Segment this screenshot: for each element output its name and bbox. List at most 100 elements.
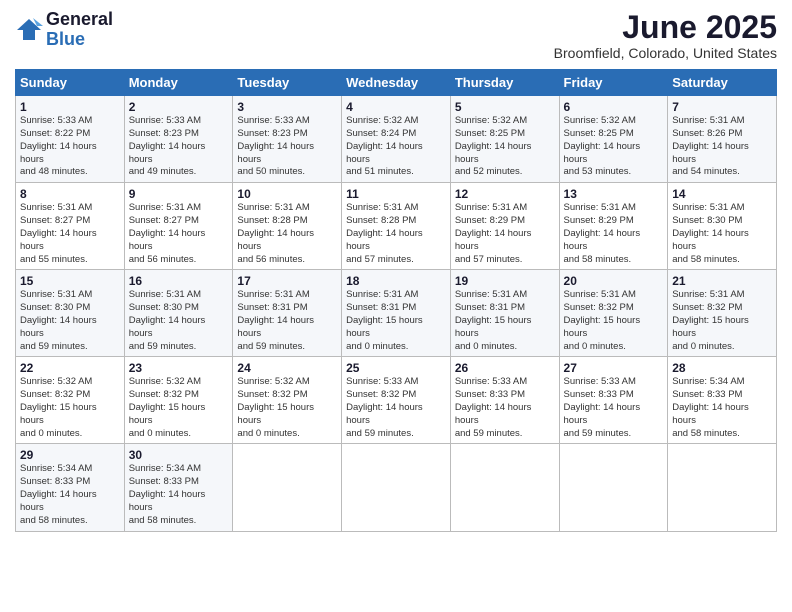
logo-general: General <box>46 10 113 30</box>
calendar-cell: 2Sunrise: 5:33 AMSunset: 8:23 PMDaylight… <box>124 96 233 183</box>
day-info: Sunrise: 5:31 AMSunset: 8:32 PMDaylight:… <box>672 289 772 353</box>
day-info: Sunrise: 5:34 AMSunset: 8:33 PMDaylight:… <box>20 463 120 527</box>
day-info: Sunrise: 5:31 AMSunset: 8:32 PMDaylight:… <box>564 289 664 353</box>
col-saturday: Saturday <box>668 70 777 96</box>
day-info: Sunrise: 5:31 AMSunset: 8:26 PMDaylight:… <box>672 115 772 179</box>
calendar-cell: 10Sunrise: 5:31 AMSunset: 8:28 PMDayligh… <box>233 183 342 270</box>
day-info: Sunrise: 5:34 AMSunset: 8:33 PMDaylight:… <box>672 376 772 440</box>
calendar-cell: 15Sunrise: 5:31 AMSunset: 8:30 PMDayligh… <box>16 270 125 357</box>
col-wednesday: Wednesday <box>342 70 451 96</box>
day-info: Sunrise: 5:31 AMSunset: 8:29 PMDaylight:… <box>455 202 555 266</box>
logo-blue: Blue <box>46 30 113 50</box>
title-block: June 2025 Broomfield, Colorado, United S… <box>554 10 777 61</box>
calendar-cell: 14Sunrise: 5:31 AMSunset: 8:30 PMDayligh… <box>668 183 777 270</box>
day-info: Sunrise: 5:31 AMSunset: 8:30 PMDaylight:… <box>672 202 772 266</box>
calendar-cell: 12Sunrise: 5:31 AMSunset: 8:29 PMDayligh… <box>450 183 559 270</box>
logo-icon <box>15 16 43 44</box>
calendar-cell: 3Sunrise: 5:33 AMSunset: 8:23 PMDaylight… <box>233 96 342 183</box>
day-number: 5 <box>455 100 555 114</box>
calendar-week-5: 29Sunrise: 5:34 AMSunset: 8:33 PMDayligh… <box>16 444 777 531</box>
day-number: 7 <box>672 100 772 114</box>
day-number: 8 <box>20 187 120 201</box>
day-number: 4 <box>346 100 446 114</box>
day-number: 3 <box>237 100 337 114</box>
calendar: Sunday Monday Tuesday Wednesday Thursday… <box>15 69 777 531</box>
day-number: 24 <box>237 361 337 375</box>
day-number: 26 <box>455 361 555 375</box>
day-info: Sunrise: 5:31 AMSunset: 8:27 PMDaylight:… <box>20 202 120 266</box>
day-number: 29 <box>20 448 120 462</box>
day-number: 1 <box>20 100 120 114</box>
col-monday: Monday <box>124 70 233 96</box>
calendar-week-1: 1Sunrise: 5:33 AMSunset: 8:22 PMDaylight… <box>16 96 777 183</box>
calendar-cell: 22Sunrise: 5:32 AMSunset: 8:32 PMDayligh… <box>16 357 125 444</box>
day-info: Sunrise: 5:32 AMSunset: 8:24 PMDaylight:… <box>346 115 446 179</box>
day-number: 28 <box>672 361 772 375</box>
calendar-cell: 13Sunrise: 5:31 AMSunset: 8:29 PMDayligh… <box>559 183 668 270</box>
calendar-cell: 18Sunrise: 5:31 AMSunset: 8:31 PMDayligh… <box>342 270 451 357</box>
calendar-cell: 26Sunrise: 5:33 AMSunset: 8:33 PMDayligh… <box>450 357 559 444</box>
day-number: 6 <box>564 100 664 114</box>
day-number: 17 <box>237 274 337 288</box>
calendar-cell <box>559 444 668 531</box>
calendar-cell: 1Sunrise: 5:33 AMSunset: 8:22 PMDaylight… <box>16 96 125 183</box>
day-info: Sunrise: 5:31 AMSunset: 8:29 PMDaylight:… <box>564 202 664 266</box>
day-number: 11 <box>346 187 446 201</box>
calendar-cell: 24Sunrise: 5:32 AMSunset: 8:32 PMDayligh… <box>233 357 342 444</box>
day-info: Sunrise: 5:31 AMSunset: 8:28 PMDaylight:… <box>346 202 446 266</box>
calendar-cell: 11Sunrise: 5:31 AMSunset: 8:28 PMDayligh… <box>342 183 451 270</box>
calendar-cell: 7Sunrise: 5:31 AMSunset: 8:26 PMDaylight… <box>668 96 777 183</box>
day-info: Sunrise: 5:33 AMSunset: 8:22 PMDaylight:… <box>20 115 120 179</box>
col-tuesday: Tuesday <box>233 70 342 96</box>
calendar-cell: 17Sunrise: 5:31 AMSunset: 8:31 PMDayligh… <box>233 270 342 357</box>
day-info: Sunrise: 5:33 AMSunset: 8:32 PMDaylight:… <box>346 376 446 440</box>
day-info: Sunrise: 5:32 AMSunset: 8:25 PMDaylight:… <box>455 115 555 179</box>
calendar-week-4: 22 Sunrise: 5:32 AMSunset: 8:32 PMDayligh… <box>16 357 777 444</box>
day-number: 9 <box>129 187 229 201</box>
calendar-cell: 8Sunrise: 5:31 AMSunset: 8:27 PMDaylight… <box>16 183 125 270</box>
day-number: 12 <box>455 187 555 201</box>
day-number: 13 <box>564 187 664 201</box>
calendar-cell <box>342 444 451 531</box>
day-info: Sunrise: 5:32 AMSunset: 8:32 PMDaylight:… <box>129 376 229 440</box>
day-info: Sunrise: 5:33 AMSunset: 8:33 PMDaylight:… <box>455 376 555 440</box>
day-number: 23 <box>129 361 229 375</box>
day-number: 22 <box>20 361 120 375</box>
day-info: Sunrise: 5:33 AMSunset: 8:23 PMDaylight:… <box>129 115 229 179</box>
day-info: Sunrise: 5:33 AMSunset: 8:23 PMDaylight:… <box>237 115 337 179</box>
calendar-cell: 4Sunrise: 5:32 AMSunset: 8:24 PMDaylight… <box>342 96 451 183</box>
calendar-week-2: 8Sunrise: 5:31 AMSunset: 8:27 PMDaylight… <box>16 183 777 270</box>
day-info: Sunrise: 5:31 AMSunset: 8:27 PMDaylight:… <box>129 202 229 266</box>
calendar-cell: 21Sunrise: 5:31 AMSunset: 8:32 PMDayligh… <box>668 270 777 357</box>
header: General Blue June 2025 Broomfield, Color… <box>15 10 777 61</box>
day-number: 20 <box>564 274 664 288</box>
logo-text: General Blue <box>46 10 113 50</box>
day-number: 18 <box>346 274 446 288</box>
day-number: 2 <box>129 100 229 114</box>
logo: General Blue <box>15 10 113 50</box>
calendar-cell <box>450 444 559 531</box>
day-number: 21 <box>672 274 772 288</box>
calendar-cell: 6Sunrise: 5:32 AMSunset: 8:25 PMDaylight… <box>559 96 668 183</box>
day-info: Sunrise: 5:32 AMSunset: 8:25 PMDaylight:… <box>564 115 664 179</box>
calendar-body: 1Sunrise: 5:33 AMSunset: 8:22 PMDaylight… <box>16 96 777 531</box>
col-sunday: Sunday <box>16 70 125 96</box>
day-number: 25 <box>346 361 446 375</box>
calendar-cell <box>233 444 342 531</box>
calendar-cell: 19Sunrise: 5:31 AMSunset: 8:31 PMDayligh… <box>450 270 559 357</box>
day-number: 14 <box>672 187 772 201</box>
calendar-cell: 16Sunrise: 5:31 AMSunset: 8:30 PMDayligh… <box>124 270 233 357</box>
calendar-cell <box>668 444 777 531</box>
month-year: June 2025 <box>554 10 777 45</box>
calendar-cell: 23Sunrise: 5:32 AMSunset: 8:32 PMDayligh… <box>124 357 233 444</box>
day-number: 27 <box>564 361 664 375</box>
day-number: 19 <box>455 274 555 288</box>
calendar-cell: 28Sunrise: 5:34 AMSunset: 8:33 PMDayligh… <box>668 357 777 444</box>
page: General Blue June 2025 Broomfield, Color… <box>0 0 792 612</box>
col-friday: Friday <box>559 70 668 96</box>
day-info: Sunrise: 5:31 AMSunset: 8:30 PMDaylight:… <box>20 289 120 353</box>
day-number: 16 <box>129 274 229 288</box>
day-number: 30 <box>129 448 229 462</box>
calendar-cell: 29Sunrise: 5:34 AMSunset: 8:33 PMDayligh… <box>16 444 125 531</box>
col-thursday: Thursday <box>450 70 559 96</box>
